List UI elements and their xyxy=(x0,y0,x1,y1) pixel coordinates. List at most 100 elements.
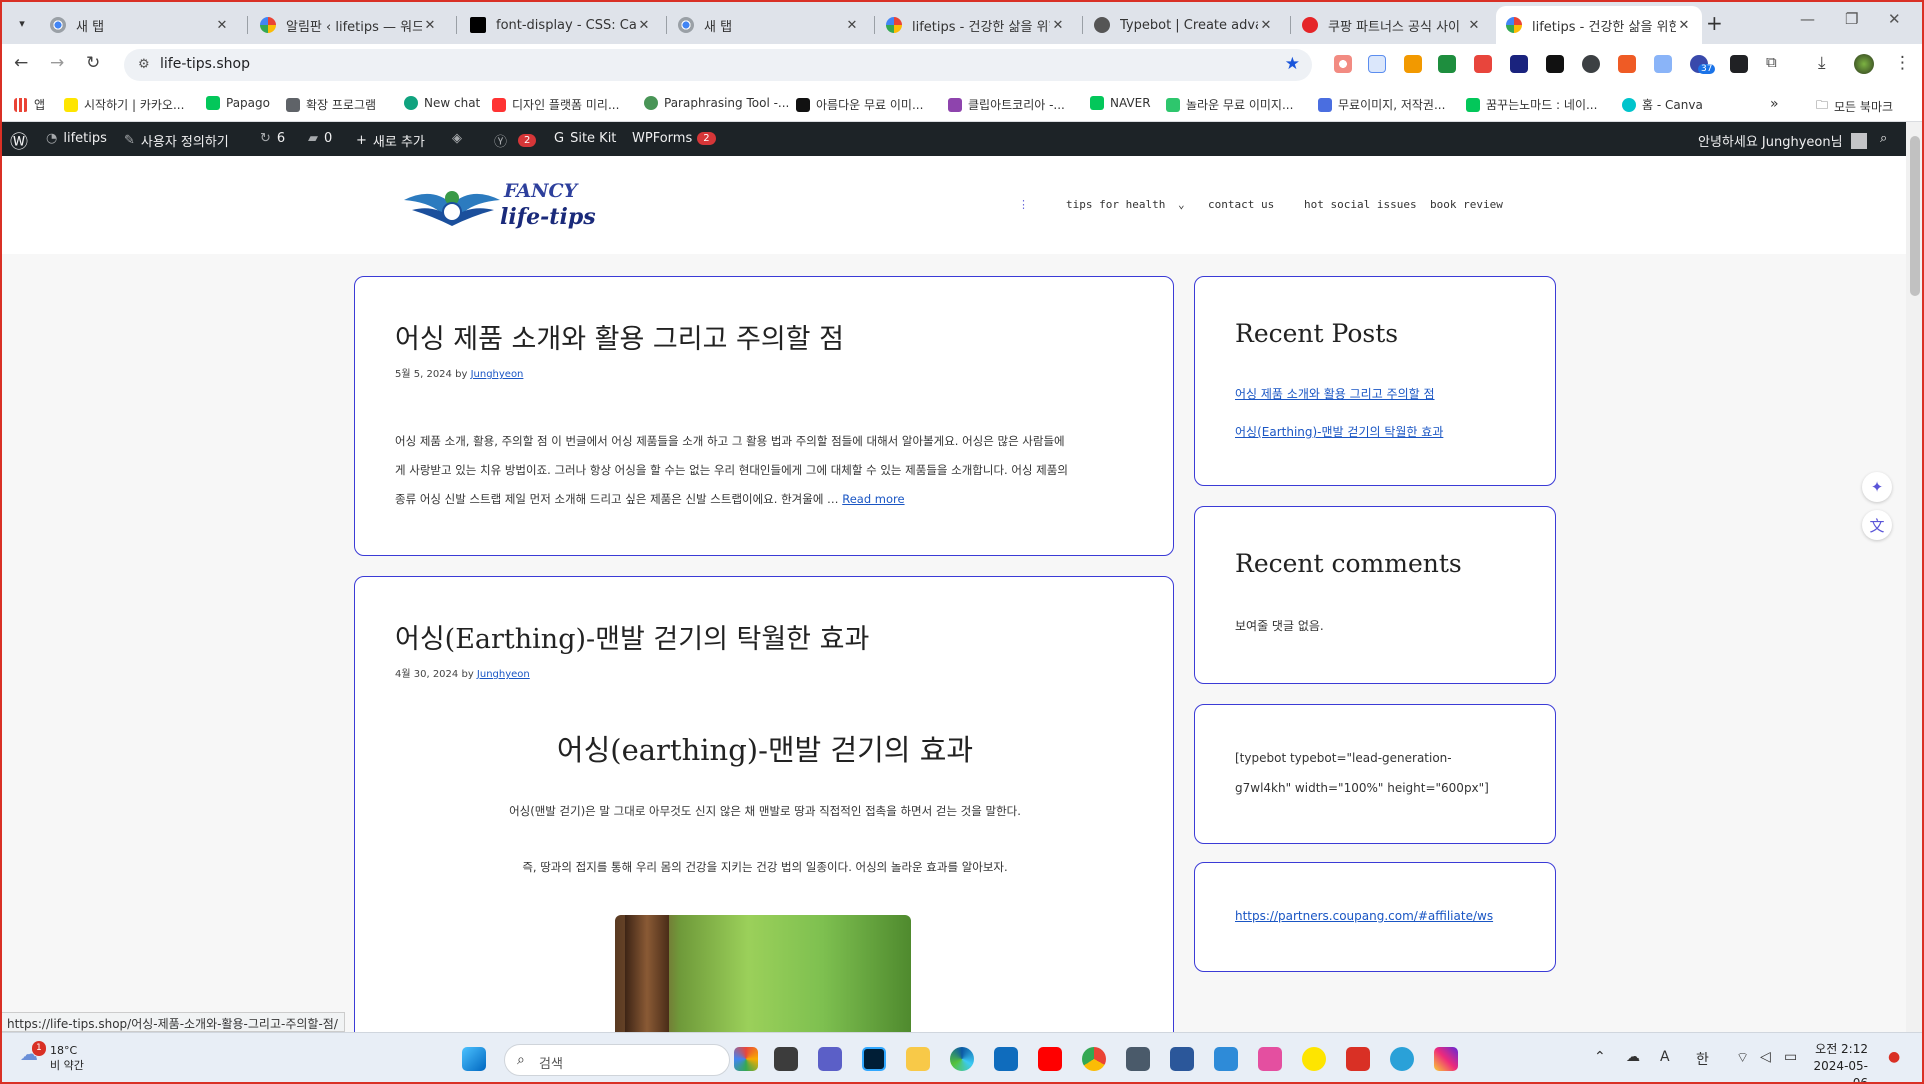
teams-icon[interactable] xyxy=(818,1047,842,1071)
extension-icon[interactable] xyxy=(1654,55,1672,73)
nav-item-book-review[interactable]: book review xyxy=(1430,198,1503,211)
tray-chevron-up-icon[interactable]: ⌃ xyxy=(1594,1049,1606,1065)
bookmark-item[interactable]: NAVER xyxy=(1090,96,1151,110)
extension-icon[interactable] xyxy=(1334,55,1352,73)
site-info-icon[interactable]: ⚙ xyxy=(138,57,150,72)
close-icon[interactable]: ✕ xyxy=(636,18,652,33)
extension-icon[interactable] xyxy=(1618,55,1636,73)
nav-item-hot-social-issues[interactable]: hot social issues xyxy=(1304,198,1417,211)
extension-icon[interactable]: 37 xyxy=(1690,55,1716,74)
author-link[interactable]: Junghyeon xyxy=(471,369,524,380)
volume-icon[interactable]: ◁ xyxy=(1760,1049,1771,1065)
bookmark-star-icon[interactable]: ★ xyxy=(1285,54,1300,74)
notification-bell-icon[interactable]: ● xyxy=(1888,1049,1900,1065)
instagram-icon[interactable] xyxy=(1434,1047,1458,1071)
translate-icon[interactable]: 文 xyxy=(1862,510,1892,540)
site-logo[interactable]: FANCY life-tips xyxy=(402,176,602,238)
tab-search-button[interactable]: ▾ xyxy=(10,11,34,35)
bookmark-item[interactable]: 시작하기 | 카카오... xyxy=(64,96,184,113)
wp-account[interactable]: 안녕하세요 Junghyeon님 xyxy=(1698,131,1867,150)
close-icon[interactable]: ✕ xyxy=(1466,18,1482,33)
reload-button[interactable]: ↻ xyxy=(86,53,100,73)
page-scrollbar[interactable] xyxy=(1906,122,1924,1032)
diamond-icon[interactable]: ◈ xyxy=(452,131,468,146)
close-icon[interactable]: ✕ xyxy=(844,18,860,33)
close-icon[interactable]: ✕ xyxy=(214,18,230,33)
post-title[interactable]: 어싱 제품 소개와 활용 그리고 주의할 점 xyxy=(395,317,844,356)
profile-avatar[interactable] xyxy=(1854,54,1874,74)
extension-icon[interactable] xyxy=(1730,55,1748,73)
restore-button[interactable]: ❐ xyxy=(1845,10,1858,28)
extensions-puzzle-icon[interactable]: ⧉ xyxy=(1766,53,1777,71)
wp-sitekit[interactable]: G Site Kit xyxy=(554,131,616,146)
recent-post-link[interactable]: 어싱 제품 소개와 활용 그리고 주의할 점 xyxy=(1235,385,1435,402)
wp-search-icon[interactable]: ⌕ xyxy=(1880,131,1887,146)
all-bookmarks-folder[interactable]: 🗀 모든 북마크 xyxy=(1816,96,1893,117)
forward-button[interactable]: → xyxy=(50,53,64,73)
back-button[interactable]: ← xyxy=(14,53,28,73)
wp-plugin-notice[interactable]: Ⓨ 2 xyxy=(494,131,537,150)
settings-gear-icon[interactable] xyxy=(1214,1047,1238,1071)
menu-kebab-icon[interactable]: ⋮ xyxy=(1894,53,1911,73)
tray-weather-icon[interactable]: ☁ xyxy=(1626,1049,1640,1065)
taskbar-search[interactable]: ⌕ 검색 xyxy=(504,1044,730,1076)
bookmark-item[interactable]: 꿈꾸는노마드 : 네이... xyxy=(1466,96,1597,113)
extension-icon[interactable] xyxy=(1582,55,1600,73)
url-text[interactable]: life-tips.shop xyxy=(160,56,250,72)
wp-new[interactable]: + 새로 추가 xyxy=(356,131,425,150)
tab-2[interactable]: 알림판 ‹ lifetips — 워드프 ✕ xyxy=(250,6,448,44)
bookmark-item[interactable]: 아름다운 무료 이미... xyxy=(796,96,923,113)
author-link[interactable]: Junghyeon xyxy=(477,669,530,680)
bookmark-item[interactable]: 홈 - Canva xyxy=(1622,96,1703,113)
wp-updates[interactable]: ↻ 6 xyxy=(260,131,285,146)
new-tab-button[interactable]: + xyxy=(1706,11,1723,35)
tab-8-active[interactable]: lifetips - 건강한 삶을 위한 ✕ xyxy=(1496,6,1702,44)
wifi-icon[interactable]: ⌔ xyxy=(1736,1049,1749,1067)
wordpress-logo-icon[interactable]: Ⓦ xyxy=(10,128,28,154)
edge-icon[interactable] xyxy=(950,1047,974,1071)
extension-icon[interactable] xyxy=(1546,55,1564,73)
close-icon[interactable]: ✕ xyxy=(1258,18,1274,33)
nav-dots-icon[interactable]: ⋮ xyxy=(1018,198,1029,211)
calculator-icon[interactable] xyxy=(1126,1047,1150,1071)
bookmarks-overflow-icon[interactable]: » xyxy=(1770,96,1779,112)
tab-4[interactable]: 새 탭 ✕ xyxy=(668,6,870,44)
wp-site-name[interactable]: ◔ lifetips xyxy=(46,131,107,146)
battery-icon[interactable]: ▭ xyxy=(1784,1049,1797,1065)
bookmark-item[interactable]: New chat xyxy=(404,96,480,110)
address-bar[interactable]: ⚙ life-tips.shop ★ xyxy=(124,49,1312,81)
app-icon[interactable] xyxy=(1346,1047,1370,1071)
close-icon[interactable]: ✕ xyxy=(1050,18,1066,33)
ime-mode[interactable]: A xyxy=(1660,1049,1670,1065)
close-icon[interactable]: ✕ xyxy=(422,18,438,33)
close-window-button[interactable]: ✕ xyxy=(1888,10,1901,28)
mail-icon[interactable] xyxy=(994,1047,1018,1071)
extension-icon[interactable] xyxy=(1510,55,1528,73)
bookmark-item[interactable]: 클립아트코리아 -... xyxy=(948,96,1065,113)
file-explorer-icon[interactable] xyxy=(906,1047,930,1071)
tab-5[interactable]: lifetips - 건강한 삶을 위한 ✕ xyxy=(876,6,1076,44)
close-icon[interactable]: ✕ xyxy=(1676,18,1692,33)
post-title[interactable]: 어싱(Earthing)-맨발 걷기의 탁월한 효과 xyxy=(395,617,869,656)
ime-language[interactable]: 한 xyxy=(1696,1049,1709,1069)
telegram-icon[interactable] xyxy=(1390,1047,1414,1071)
task-view-icon[interactable] xyxy=(774,1047,798,1071)
photoshop-icon[interactable] xyxy=(862,1047,886,1071)
extension-icon[interactable] xyxy=(1438,55,1456,73)
wp-customize[interactable]: ✎ 사용자 정의하기 xyxy=(124,131,229,150)
bookmark-item[interactable]: Paraphrasing Tool -... xyxy=(644,96,789,110)
notepad-icon[interactable] xyxy=(1170,1047,1194,1071)
chrome-taskbar-icon[interactable] xyxy=(1082,1047,1106,1071)
start-windows-icon[interactable] xyxy=(462,1047,486,1071)
snipping-tool-icon[interactable] xyxy=(1258,1047,1282,1071)
extension-icon[interactable] xyxy=(1404,55,1422,73)
scrollbar-thumb[interactable] xyxy=(1910,136,1920,296)
youtube-icon[interactable] xyxy=(1038,1047,1062,1071)
minimize-button[interactable]: — xyxy=(1800,10,1815,28)
bookmark-item[interactable]: 무료이미지, 저작권... xyxy=(1318,96,1445,113)
read-more-link[interactable]: Read more xyxy=(842,492,904,506)
bookmark-item[interactable]: 놀라운 무료 이미지... xyxy=(1166,96,1293,113)
bookmark-item[interactable]: Papago xyxy=(206,96,270,110)
tab-7[interactable]: 쿠팡 파트너스 공식 사이 ✕ xyxy=(1292,6,1492,44)
taskbar-clock[interactable]: 오전 2:12 2024-05-06 xyxy=(1812,1041,1868,1084)
